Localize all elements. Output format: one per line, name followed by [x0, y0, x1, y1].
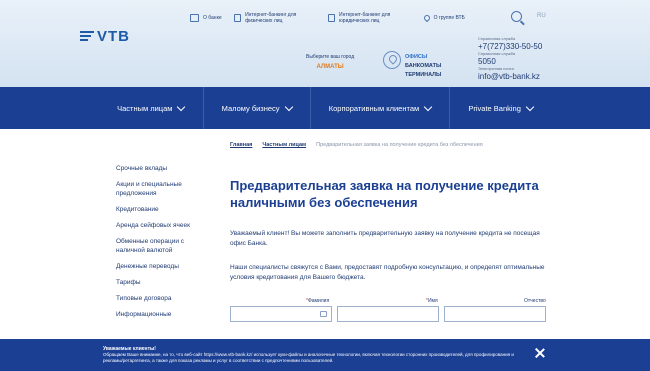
top-link-ib-individuals[interactable]: Интернет-банкинг для физических лиц	[233, 12, 316, 24]
top-link-label: О банке	[203, 15, 222, 21]
chevron-down-icon	[177, 102, 186, 111]
bank-icon	[190, 14, 199, 22]
contacts: Справочная служба +7(727)330-50-50 Справ…	[478, 36, 542, 81]
nav-item-label: Малому бизнесу	[221, 103, 280, 113]
terminals-link[interactable]: ТЕРМИНАЛЫ	[405, 71, 441, 80]
top-link-label: О группе ВТБ	[433, 15, 465, 21]
breadcrumb: Главная Частным лицам Предварительная за…	[230, 142, 483, 148]
language-switch[interactable]: RU	[537, 13, 546, 19]
sidebar-item-information[interactable]: Информационные	[116, 310, 200, 319]
top-link-label: Интернет-банкинг для физических лиц	[245, 12, 297, 24]
pin-icon	[422, 13, 431, 23]
top-links: О банке Интернет-банкинг для физических …	[190, 12, 465, 24]
vtb-logo[interactable]: VTB	[80, 28, 130, 45]
intro-text-2: Наши специалисты свяжутся с Вами, предос…	[230, 264, 545, 281]
patronymic-field[interactable]	[444, 306, 546, 322]
contact-short-phone[interactable]: 5050	[478, 57, 542, 66]
patronymic-label: Отчество	[524, 298, 546, 304]
top-link-label: Интернет-банкинг для юридических лиц	[339, 12, 391, 24]
city-prompt: Выберите ваш город	[306, 54, 355, 60]
nav-item-label: Private Banking	[468, 103, 521, 113]
top-link-about-bank[interactable]: О банке	[190, 14, 222, 22]
cookie-text: Обращаем Ваше внимание, на то, что веб-с…	[103, 352, 514, 363]
sidebar: Срочные вклады Акции и специальные предл…	[116, 164, 200, 326]
card-icon	[327, 14, 336, 22]
logo-text: VTB	[97, 28, 130, 45]
nav-background	[551, 87, 650, 129]
city-selector[interactable]: Выберите ваш город АЛМАТЫ	[306, 54, 354, 70]
surname-label: *Фамилия	[306, 298, 329, 304]
nav-item-individuals[interactable]: Частным лицам	[99, 87, 204, 129]
nav-background	[0, 87, 99, 129]
offices-link[interactable]: ОФИСЫ	[405, 53, 441, 62]
nav-item-label: Корпоративным клиентам	[328, 103, 420, 113]
sidebar-item-tariffs[interactable]: Тарифы	[116, 278, 200, 287]
top-link-vtb-group[interactable]: О группе ВТБ	[422, 13, 465, 23]
sidebar-item-term-deposits[interactable]: Срочные вклады	[116, 164, 200, 173]
city-value: АЛМАТЫ	[316, 64, 344, 70]
chevron-down-icon	[525, 102, 535, 111]
name-field[interactable]	[337, 306, 439, 322]
nav-item-label: Частным лицам	[117, 103, 173, 113]
atms-link[interactable]: БАНКОМАТЫ	[405, 62, 441, 71]
name-label: *Имя	[426, 298, 438, 304]
sidebar-item-lending[interactable]: Кредитование	[116, 205, 200, 214]
logo-mark-icon	[80, 30, 94, 43]
top-link-ib-corporate[interactable]: Интернет-банкинг для юридических лиц	[327, 12, 412, 24]
intro-text: Уважаемый клиент! Вы можете заполнить пр…	[230, 230, 540, 247]
breadcrumb-current: Предварительная заявка на получение кред…	[316, 142, 483, 148]
sidebar-item-standard-contracts[interactable]: Типовые договора	[116, 294, 200, 303]
close-icon[interactable]	[535, 348, 545, 358]
surname-field[interactable]	[230, 306, 332, 322]
name-label-text: Имя	[427, 298, 438, 304]
cookie-banner: Уважаемые клиенты! Обращаем Ваше внимани…	[0, 339, 650, 371]
card-icon	[233, 14, 242, 22]
chevron-down-icon	[284, 102, 293, 111]
search-icon[interactable]	[511, 11, 522, 22]
nav-item-corporate[interactable]: Корпоративным клиентам	[311, 87, 451, 129]
nav-item-small-business[interactable]: Малому бизнесу	[204, 87, 311, 129]
location-icon[interactable]	[383, 51, 401, 69]
chevron-down-icon	[423, 102, 433, 111]
keyboard-icon[interactable]	[320, 311, 327, 317]
page-title: Предварительная заявка на получение кред…	[230, 178, 539, 210]
sidebar-item-currency-exchange[interactable]: Обменные операции с наличной валютой	[116, 237, 200, 255]
nav-item-private-banking[interactable]: Private Banking	[450, 87, 551, 129]
sidebar-item-money-transfers[interactable]: Денежные переводы	[116, 262, 200, 271]
breadcrumb-section[interactable]: Частным лицам	[262, 142, 306, 148]
offices-links: ОФИСЫ БАНКОМАТЫ ТЕРМИНАЛЫ	[405, 53, 441, 80]
sidebar-item-promotions[interactable]: Акции и специальные предложения	[116, 180, 200, 198]
surname-label-text: Фамилия	[307, 298, 330, 304]
breadcrumb-home[interactable]: Главная	[230, 142, 252, 148]
contact-email[interactable]: info@vtb-bank.kz	[478, 72, 542, 81]
sidebar-item-safe-deposit[interactable]: Аренда сейфовых ячеек	[116, 221, 200, 230]
main-nav: Частным лицам Малому бизнесу Корпоративн…	[99, 87, 551, 129]
contact-phone[interactable]: +7(727)330-50-50	[478, 42, 542, 51]
